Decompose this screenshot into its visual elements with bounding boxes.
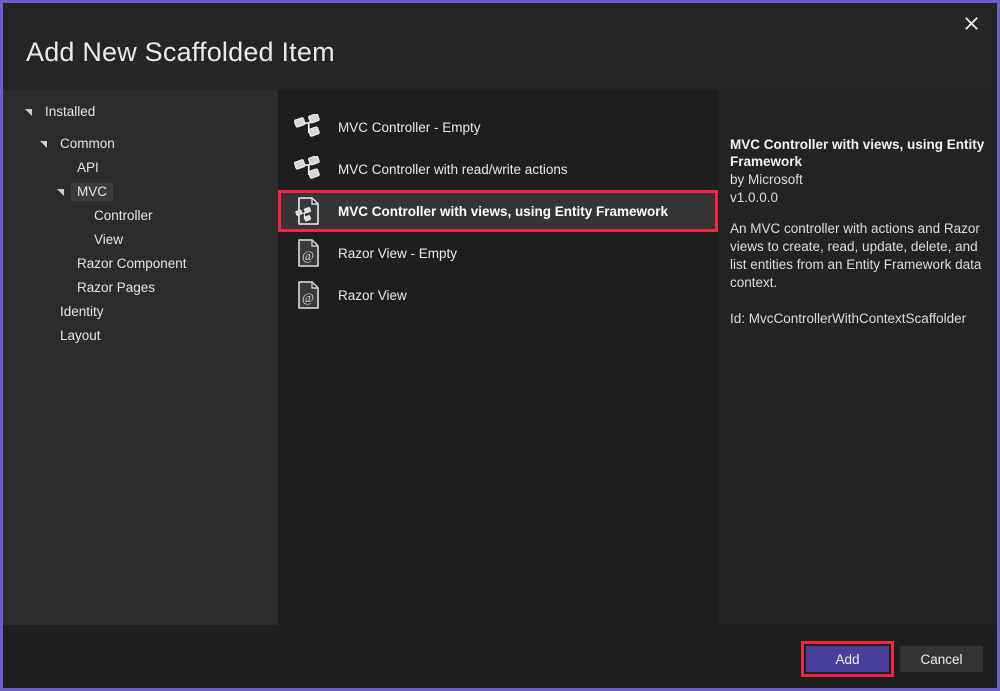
mvc-controller-icon: [294, 154, 324, 184]
close-button[interactable]: [951, 7, 991, 39]
page-title: Add New Scaffolded Item: [26, 37, 335, 68]
details-panel: MVC Controller with views, using Entity …: [718, 90, 1000, 625]
tree-item-label: Razor Component: [71, 255, 193, 274]
tree-item-razor-component[interactable]: Razor Component: [3, 252, 278, 276]
template-list-item-label: Razor View - Empty: [338, 246, 457, 261]
tree-item-layout[interactable]: Layout: [3, 324, 278, 348]
tree-item-label: MVC: [71, 183, 113, 202]
tree-item-identity[interactable]: Identity: [3, 300, 278, 324]
chevron-expanded-icon[interactable]: [56, 187, 66, 197]
template-list-item[interactable]: @ Razor View: [278, 274, 718, 316]
tree-item-label: Common: [54, 135, 121, 154]
installed-tree: Installed Common API MVC Controller View Razor…: [3, 100, 278, 348]
tree-item-controller[interactable]: Controller: [3, 204, 278, 228]
tree-item-api[interactable]: API: [3, 156, 278, 180]
tree-item-label: API: [71, 159, 105, 178]
tree-item-label: Layout: [54, 327, 107, 346]
details-version: v1.0.0.0: [730, 189, 986, 207]
scaffold-template-list-body: MVC Controller - Empty MVC Controller wit…: [278, 90, 718, 316]
chevron-expanded-icon[interactable]: [39, 139, 49, 149]
cancel-button[interactable]: Cancel: [900, 646, 983, 672]
template-list-item-label: MVC Controller with read/write actions: [338, 162, 568, 177]
dialog-footer: Add Cancel: [3, 625, 997, 688]
tree-item-label: View: [88, 231, 129, 250]
tree-item-view[interactable]: View: [3, 228, 278, 252]
add-button[interactable]: Add: [806, 646, 889, 672]
close-icon: [965, 17, 978, 30]
svg-text:@: @: [302, 248, 314, 263]
template-list-item[interactable]: MVC Controller with views, using Entity …: [278, 190, 718, 232]
tree-item-razor-pages[interactable]: Razor Pages: [3, 276, 278, 300]
template-list-item-label: Razor View: [338, 288, 407, 303]
svg-text:@: @: [302, 290, 314, 305]
tree-item-mvc[interactable]: MVC: [3, 180, 278, 204]
tree-item-label: Installed: [39, 103, 101, 122]
installed-tree-panel: Installed Common API MVC Controller View Razor…: [3, 90, 278, 625]
mvc-controller-ef-icon: [294, 196, 324, 226]
razor-view-icon: @: [294, 238, 324, 268]
chevron-expanded-icon[interactable]: [24, 107, 34, 117]
tree-item-label: Identity: [54, 303, 110, 322]
tree-item-installed[interactable]: Installed: [3, 100, 278, 124]
template-list-item[interactable]: @ Razor View - Empty: [278, 232, 718, 274]
tree-item-label: Controller: [88, 207, 159, 226]
template-list-item[interactable]: MVC Controller with read/write actions: [278, 148, 718, 190]
details-title: MVC Controller with views, using Entity …: [730, 136, 986, 170]
template-list-item-label: MVC Controller with views, using Entity …: [338, 204, 668, 219]
mvc-controller-icon: [294, 112, 324, 142]
details-author: by Microsoft: [730, 171, 986, 189]
razor-view-icon: @: [294, 280, 324, 310]
scaffold-template-list: MVC Controller - Empty MVC Controller wit…: [278, 90, 718, 625]
tree-item-label: Razor Pages: [71, 279, 161, 298]
template-list-item[interactable]: MVC Controller - Empty: [278, 106, 718, 148]
tree-item-common[interactable]: Common: [3, 132, 278, 156]
details-id: Id: MvcControllerWithContextScaffolder: [730, 310, 986, 328]
dialog-titlebar: Add New Scaffolded Item: [3, 3, 997, 90]
details-description: An MVC controller with actions and Razor…: [730, 220, 986, 292]
add-new-scaffolded-item-dialog: Add New Scaffolded Item Installed Common A…: [0, 0, 1000, 691]
template-list-item-label: MVC Controller - Empty: [338, 120, 481, 135]
